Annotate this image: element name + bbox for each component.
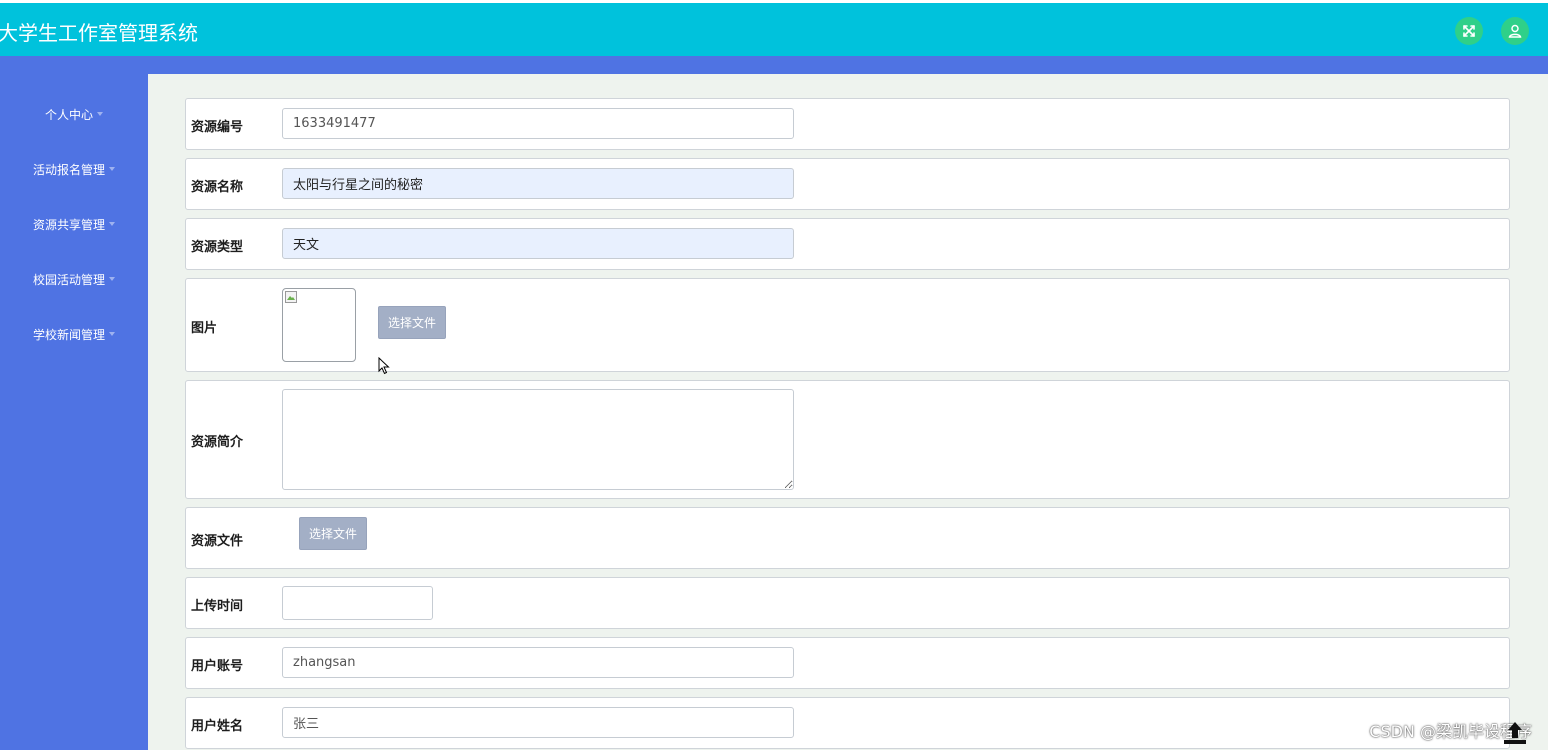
header-band [0,56,1548,74]
upload-time-label: 上传时间 [191,599,244,614]
file-choose-file-button[interactable]: 选择文件 [299,517,368,550]
mouse-cursor-icon [378,357,390,375]
fullscreen-button[interactable] [1455,17,1483,45]
image-preview[interactable] [282,288,356,362]
intro-label: 资源简介 [191,435,244,450]
caret-down-icon [109,167,115,171]
caret-down-icon [109,277,115,281]
caret-down-icon [97,112,103,116]
image-choose-file-button[interactable]: 选择文件 [378,306,447,339]
image-label: 图片 [191,321,218,336]
sidebar-item-personal-center[interactable]: 个人中心 [0,99,148,129]
resource-name-input[interactable] [282,168,794,199]
app-title: 大学生工作室管理系统 [0,21,198,45]
sidebar: 个人中心 活动报名管理 资源共享管理 校园活动管理 学校新闻管理 [0,74,148,750]
form-row-file: 资源文件 选择文件 [185,507,1510,569]
file-label: 资源文件 [191,534,244,549]
sidebar-item-label: 活动报名管理 [32,162,105,177]
resource-type-input[interactable] [282,228,794,259]
fullscreen-icon [1463,25,1475,37]
sidebar-item-label: 校园活动管理 [32,272,105,287]
user-account-label: 用户账号 [191,659,244,674]
resource-type-label: 资源类型 [191,240,244,255]
user-account-input[interactable] [282,647,794,678]
caret-down-icon [109,332,115,336]
form-row-resource-no: 资源编号 [185,98,1510,150]
main-content: 资源编号 资源名称 资源类型 图片 选择文件 资源简介 资源文件 选择文件 上传… [148,74,1548,750]
app-header: 大学生工作室管理系统 [0,3,1548,56]
sidebar-item-activity-signup[interactable]: 活动报名管理 [0,154,148,184]
form-row-resource-type: 资源类型 [185,218,1510,270]
form-row-upload-time: 上传时间 [185,577,1510,629]
user-button[interactable] [1501,17,1529,45]
upload-time-input[interactable] [282,586,433,620]
user-name-label: 用户姓名 [191,719,244,734]
user-name-input[interactable] [282,707,794,738]
broken-image-icon [285,291,297,303]
upload-icon[interactable] [1500,720,1530,746]
sidebar-item-school-news[interactable]: 学校新闻管理 [0,319,148,349]
resource-no-label: 资源编号 [191,120,244,135]
caret-down-icon [109,222,115,226]
form-row-user-name: 用户姓名 [185,697,1510,749]
form-row-resource-name: 资源名称 [185,158,1510,210]
resource-no-input[interactable] [282,108,794,139]
intro-textarea[interactable] [282,389,794,490]
sidebar-item-resource-sharing[interactable]: 资源共享管理 [0,209,148,239]
form-row-user-account: 用户账号 [185,637,1510,689]
sidebar-item-label: 资源共享管理 [32,217,105,232]
sidebar-item-campus-activity[interactable]: 校园活动管理 [0,264,148,294]
form-row-intro: 资源简介 [185,380,1510,499]
sidebar-item-label: 学校新闻管理 [32,327,105,342]
user-icon [1508,24,1522,38]
sidebar-item-label: 个人中心 [44,107,93,122]
resource-name-label: 资源名称 [191,180,244,195]
